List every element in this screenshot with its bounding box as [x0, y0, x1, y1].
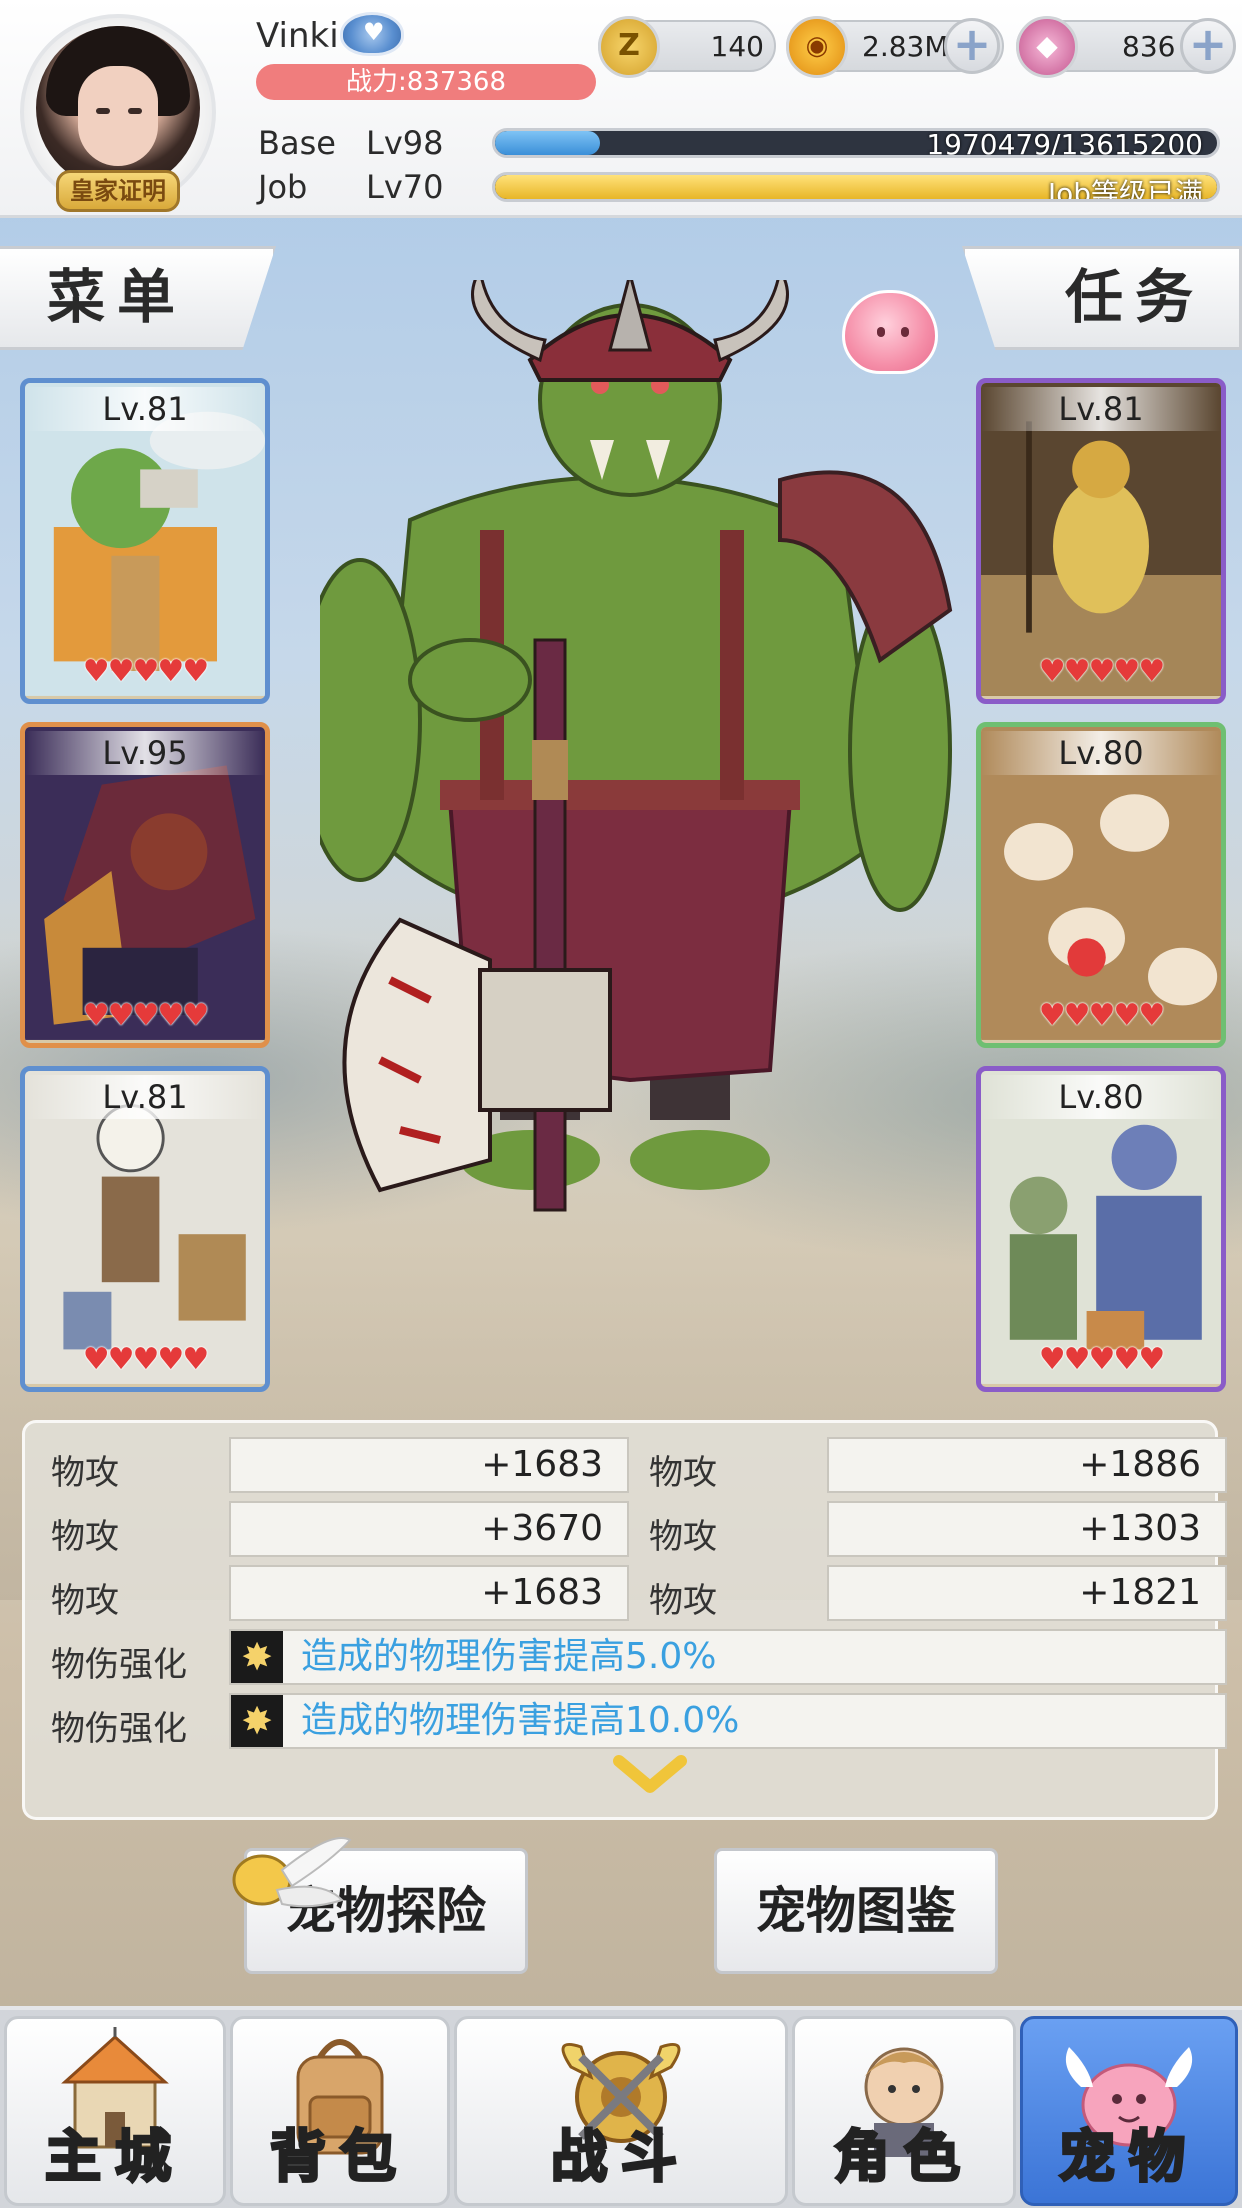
gem-value: 836	[1122, 30, 1176, 63]
winged-helmet-icon	[232, 1837, 352, 1908]
stat-label: 物攻	[649, 1453, 717, 1493]
stat-value: +1821	[827, 1565, 1227, 1621]
stat-label: 物攻	[649, 1517, 717, 1557]
nav-backpack[interactable]: 背包	[230, 2016, 450, 2206]
stat-value: +3670	[229, 1501, 629, 1557]
nav-label: 主城	[44, 2124, 185, 2192]
card-level: Lv.95	[25, 731, 265, 775]
royal-badge[interactable]: 皇家证明	[56, 170, 180, 212]
card-slot-left-2[interactable]: Lv.95 ♥♥♥♥♥	[20, 722, 270, 1048]
skill-label: 物伤强化	[51, 1709, 187, 1749]
card-level: Lv.81	[25, 387, 265, 431]
orc-warrior-pet[interactable]	[320, 280, 960, 1260]
stat-value: +1303	[827, 1501, 1227, 1557]
stat-value: +1886	[827, 1437, 1227, 1493]
card-slot-left-3[interactable]: Lv.81 ♥♥♥♥♥	[20, 1066, 270, 1392]
card-hearts: ♥♥♥♥♥	[1038, 1342, 1165, 1377]
stat-value: +1683	[229, 1437, 629, 1493]
card-hearts: ♥♥♥♥♥	[82, 1342, 209, 1377]
card-slot-right-1[interactable]: Lv.81 ♥♥♥♥♥	[976, 378, 1226, 704]
gold-value: 2.83M	[862, 30, 949, 63]
stat-value: +1683	[229, 1565, 629, 1621]
add-gem-button[interactable]: +	[1180, 18, 1236, 74]
stat-label: 物攻	[649, 1581, 717, 1621]
stat-row: 物攻 +1683 物攻 +1821	[51, 1565, 1227, 1623]
nav-label: 宠物	[1058, 2124, 1199, 2192]
nav-main-city[interactable]: 主城	[4, 2016, 226, 2206]
card-slot-right-3[interactable]: Lv.80 ♥♥♥♥♥	[976, 1066, 1226, 1392]
job-label: Job	[258, 168, 308, 206]
zeny-coin-icon: Z	[598, 16, 660, 78]
player-header: 皇家证明 Vinki 战力:837368 Base Lv98 1970479/1…	[0, 0, 1242, 218]
base-exp-bar: 1970479/13615200	[492, 128, 1220, 158]
combat-power: 战力:837368	[256, 64, 596, 100]
stat-label: 物攻	[51, 1517, 119, 1557]
skill-text: 造成的物理伤害提高5.0%	[301, 1636, 717, 1677]
menu-button[interactable]: 菜单	[0, 246, 276, 350]
skill-row: 物伤强化 ✸ 造成的物理伤害提高5.0%	[51, 1629, 1227, 1687]
zeny-value: 140	[710, 30, 764, 63]
job-exp-text: Job等级已满	[1047, 177, 1203, 202]
nav-character[interactable]: 角色	[792, 2016, 1016, 2206]
stat-row: 物攻 +1683 物攻 +1886	[51, 1437, 1227, 1495]
nav-pet[interactable]: 宠物	[1020, 2016, 1238, 2206]
card-slot-left-1[interactable]: Lv.81 ♥♥♥♥♥	[20, 378, 270, 704]
stat-label: 物攻	[51, 1581, 119, 1621]
base-label: Base	[258, 124, 336, 162]
pink-gem-icon: ◆	[1016, 16, 1078, 78]
nav-label: 战斗	[550, 2124, 691, 2192]
bottom-navigation: 主城 背包 战斗 角色 宠物	[0, 2006, 1242, 2208]
vip-wing-icon[interactable]	[340, 12, 404, 56]
job-exp-bar: Job等级已满	[492, 172, 1220, 202]
player-name: Vinki	[256, 16, 339, 56]
pet-codex-button[interactable]: 宠物图鉴	[714, 1848, 998, 1974]
add-gold-button[interactable]: +	[944, 18, 1000, 74]
stat-row: 物攻 +3670 物攻 +1303	[51, 1501, 1227, 1559]
avatar[interactable]	[36, 26, 200, 190]
skill-row: 物伤强化 ✸ 造成的物理伤害提高10.0%	[51, 1693, 1227, 1751]
card-level: Lv.80	[981, 1075, 1221, 1119]
stat-label: 物攻	[51, 1453, 119, 1493]
nav-battle[interactable]: 战斗	[454, 2016, 788, 2206]
base-exp-text: 1970479/13615200	[926, 128, 1203, 158]
card-hearts: ♥♥♥♥♥	[1038, 998, 1165, 1033]
card-level: Lv.80	[981, 731, 1221, 775]
skill-description[interactable]: ✸ 造成的物理伤害提高10.0%	[229, 1693, 1227, 1749]
quest-button[interactable]: 任务	[962, 246, 1242, 350]
skill-text: 造成的物理伤害提高10.0%	[301, 1700, 740, 1741]
pet-stats-panel: 物攻 +1683 物攻 +1886 物攻 +3670 物攻 +1303 物攻 +…	[22, 1420, 1227, 1820]
base-level: Lv98	[366, 124, 444, 162]
zeny-currency: Z 140	[598, 16, 776, 78]
nav-label: 背包	[269, 2124, 410, 2192]
card-hearts: ♥♥♥♥♥	[82, 998, 209, 1033]
nav-label: 角色	[833, 2124, 974, 2192]
skill-label: 物伤强化	[51, 1645, 187, 1685]
gold-currency: ◉ 2.83M +	[786, 16, 1004, 78]
card-hearts: ♥♥♥♥♥	[1038, 654, 1165, 689]
skill-burst-icon: ✸	[231, 1695, 283, 1747]
gem-currency: ◆ 836 +	[1016, 16, 1236, 78]
card-hearts: ♥♥♥♥♥	[82, 654, 209, 689]
card-level: Lv.81	[25, 1075, 265, 1119]
skill-description[interactable]: ✸ 造成的物理伤害提高5.0%	[229, 1629, 1227, 1685]
skill-burst-icon: ✸	[231, 1631, 283, 1683]
card-slot-right-2[interactable]: Lv.80 ♥♥♥♥♥	[976, 722, 1226, 1048]
expand-chevron-icon[interactable]	[613, 1753, 687, 1797]
job-level: Lv70	[366, 168, 444, 206]
card-level: Lv.81	[981, 387, 1221, 431]
gold-poring-icon: ◉	[786, 16, 848, 78]
